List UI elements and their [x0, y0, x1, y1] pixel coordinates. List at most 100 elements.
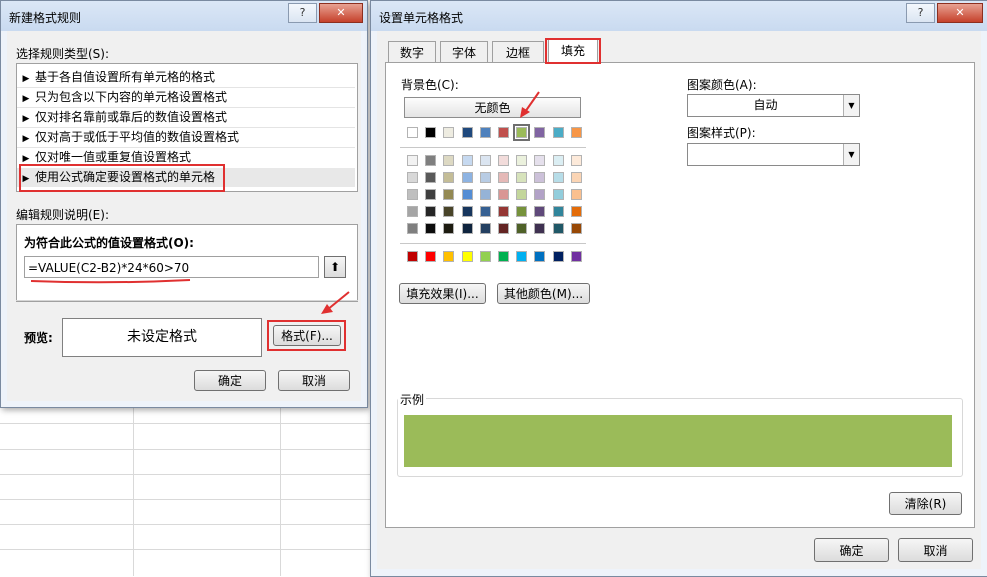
color-swatch[interactable]	[462, 223, 473, 234]
color-swatch[interactable]	[443, 172, 454, 183]
highlight-box	[267, 320, 346, 351]
color-swatch[interactable]	[553, 223, 564, 234]
color-swatch[interactable]	[513, 124, 530, 141]
color-swatch[interactable]	[443, 155, 454, 166]
color-swatch[interactable]	[443, 251, 454, 262]
rule-item[interactable]: ▶ 仅对排名靠前或靠后的数值设置格式	[17, 108, 355, 127]
more-colors-button[interactable]: 其他颜色(M)...	[497, 283, 590, 304]
color-swatch[interactable]	[443, 127, 454, 138]
help-button[interactable]: ?	[288, 3, 317, 23]
grid-line	[0, 549, 372, 550]
color-swatch[interactable]	[443, 223, 454, 234]
help-button[interactable]: ?	[906, 3, 935, 23]
color-swatch[interactable]	[462, 127, 473, 138]
color-swatch[interactable]	[516, 172, 527, 183]
color-swatch[interactable]	[498, 251, 509, 262]
color-swatch[interactable]	[498, 155, 509, 166]
fill-effects-button[interactable]: 填充效果(I)...	[399, 283, 486, 304]
color-swatch[interactable]	[534, 223, 545, 234]
color-swatch[interactable]	[407, 251, 418, 262]
color-swatch[interactable]	[571, 189, 582, 200]
color-swatch[interactable]	[516, 206, 527, 217]
color-swatch[interactable]	[407, 155, 418, 166]
ok-button[interactable]: 确定	[814, 538, 889, 562]
cancel-button[interactable]: 取消	[278, 370, 350, 391]
color-swatch[interactable]	[480, 172, 491, 183]
color-swatch[interactable]	[534, 189, 545, 200]
tab-number[interactable]: 数字	[388, 41, 436, 63]
color-swatch[interactable]	[571, 206, 582, 217]
color-swatch[interactable]	[462, 172, 473, 183]
color-swatch[interactable]	[462, 251, 473, 262]
color-swatch[interactable]	[553, 172, 564, 183]
color-swatch[interactable]	[516, 155, 527, 166]
color-swatch[interactable]	[534, 206, 545, 217]
color-swatch[interactable]	[407, 206, 418, 217]
color-swatch[interactable]	[498, 189, 509, 200]
color-swatch[interactable]	[571, 127, 582, 138]
color-swatch[interactable]	[425, 251, 436, 262]
color-swatch[interactable]	[425, 206, 436, 217]
color-swatch[interactable]	[553, 155, 564, 166]
color-swatch[interactable]	[425, 189, 436, 200]
grid-line	[0, 449, 372, 450]
color-swatch[interactable]	[534, 251, 545, 262]
color-swatch[interactable]	[553, 251, 564, 262]
color-swatch[interactable]	[480, 127, 491, 138]
color-swatch[interactable]	[462, 189, 473, 200]
color-swatch[interactable]	[425, 155, 436, 166]
color-swatch[interactable]	[407, 189, 418, 200]
color-swatch[interactable]	[443, 206, 454, 217]
cancel-button[interactable]: 取消	[898, 538, 973, 562]
rule-item[interactable]: ▶ 仅对高于或低于平均值的数值设置格式	[17, 128, 355, 147]
close-button[interactable]: ✕	[937, 3, 983, 23]
color-swatch[interactable]	[516, 223, 527, 234]
color-swatch[interactable]	[462, 206, 473, 217]
color-swatch[interactable]	[480, 189, 491, 200]
tab-font[interactable]: 字体	[440, 41, 488, 63]
color-swatch[interactable]	[480, 155, 491, 166]
color-swatch[interactable]	[516, 189, 527, 200]
color-swatch[interactable]	[480, 206, 491, 217]
chevron-down-icon[interactable]: ▼	[843, 95, 859, 116]
color-swatch[interactable]	[498, 206, 509, 217]
color-swatch[interactable]	[480, 251, 491, 262]
pattern-color-select[interactable]: 自动 ▼	[687, 94, 860, 117]
color-swatch[interactable]	[571, 172, 582, 183]
formula-input[interactable]: =VALUE(C2-B2)*24*60>70	[24, 256, 319, 278]
color-swatch[interactable]	[553, 127, 564, 138]
color-swatch[interactable]	[571, 155, 582, 166]
tab-border[interactable]: 边框	[492, 41, 544, 63]
color-swatch[interactable]	[553, 206, 564, 217]
color-swatch[interactable]	[407, 127, 418, 138]
color-swatch[interactable]	[534, 155, 545, 166]
color-swatch[interactable]	[498, 223, 509, 234]
rule-item[interactable]: ▶ 基于各自值设置所有单元格的格式	[17, 68, 355, 87]
collapse-dialog-icon[interactable]: ⬆	[324, 256, 346, 278]
clear-button[interactable]: 清除(R)	[889, 492, 962, 515]
rule-item[interactable]: ▶ 只为包含以下内容的单元格设置格式	[17, 88, 355, 107]
color-swatch[interactable]	[553, 189, 564, 200]
color-swatch[interactable]	[480, 223, 491, 234]
color-swatch[interactable]	[462, 155, 473, 166]
color-swatch[interactable]	[425, 172, 436, 183]
color-swatch[interactable]	[443, 189, 454, 200]
chevron-down-icon[interactable]: ▼	[843, 144, 859, 165]
preview-box: 未设定格式	[62, 318, 262, 357]
color-swatch[interactable]	[425, 223, 436, 234]
grid-line	[0, 524, 372, 525]
close-button[interactable]: ✕	[319, 3, 363, 23]
color-swatch[interactable]	[407, 172, 418, 183]
color-swatch[interactable]	[516, 251, 527, 262]
color-swatch[interactable]	[498, 172, 509, 183]
color-swatch[interactable]	[407, 223, 418, 234]
color-swatch[interactable]	[534, 127, 545, 138]
color-swatch[interactable]	[571, 251, 582, 262]
ok-button[interactable]: 确定	[194, 370, 266, 391]
no-color-button[interactable]: 无颜色	[404, 97, 581, 118]
color-swatch[interactable]	[571, 223, 582, 234]
color-swatch[interactable]	[534, 172, 545, 183]
pattern-style-select[interactable]: ▼	[687, 143, 860, 166]
color-swatch[interactable]	[425, 127, 436, 138]
color-swatch[interactable]	[498, 127, 509, 138]
